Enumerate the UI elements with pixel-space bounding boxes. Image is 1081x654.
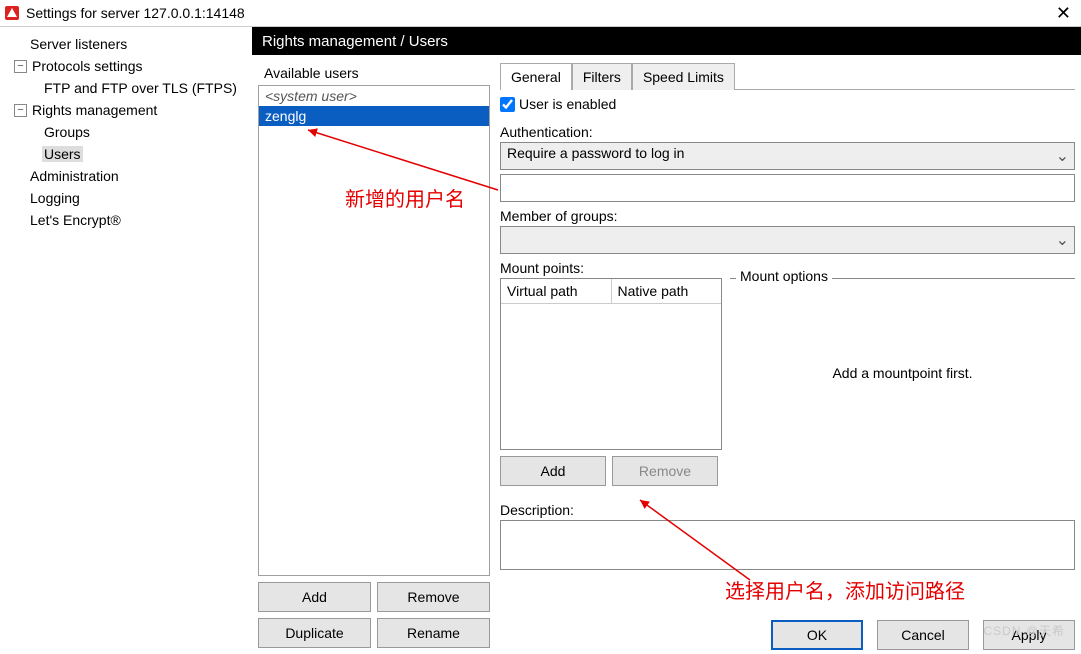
user-list[interactable]: <system user> zenglg [258,85,490,576]
nav-groups[interactable]: Groups [4,121,252,143]
close-icon[interactable]: ✕ [1050,3,1077,24]
remove-mount-button[interactable]: Remove [612,456,718,486]
authentication-label: Authentication: [500,124,1075,140]
description-textarea[interactable] [500,520,1075,570]
ok-button[interactable]: OK [771,620,863,650]
duplicate-user-button[interactable]: Duplicate [258,618,371,648]
nav-users[interactable]: Users [4,143,252,165]
nav-administration[interactable]: Administration [4,165,252,187]
app-icon [4,5,20,21]
mount-options-panel: Mount options Add a mountpoint first. [730,278,1075,450]
description-label: Description: [500,502,1075,518]
nav-protocols-settings[interactable]: −Protocols settings [4,55,252,77]
user-enabled-checkbox[interactable] [500,97,515,112]
cancel-button[interactable]: Cancel [877,620,969,650]
window-title: Settings for server 127.0.0.1:14148 [26,4,1050,22]
breadcrumb: Rights management / Users [252,27,1081,55]
mount-options-message: Add a mountpoint first. [730,365,1075,381]
password-input[interactable] [500,174,1075,202]
mount-options-heading: Mount options [736,268,832,284]
collapse-icon[interactable]: − [14,60,27,73]
user-enabled-label: User is enabled [519,96,616,112]
collapse-icon[interactable]: − [14,104,27,117]
watermark: CSDN @天希 [983,622,1065,639]
nav-server-listeners[interactable]: Server listeners [4,33,252,55]
available-users-heading: Available users [258,61,490,85]
nav-rights-management[interactable]: −Rights management [4,99,252,121]
tab-general[interactable]: General [500,63,572,90]
groups-select[interactable] [500,226,1075,254]
user-item-selected[interactable]: zenglg [259,106,489,126]
nav-logging[interactable]: Logging [4,187,252,209]
nav-tree: Server listeners −Protocols settings FTP… [0,27,252,654]
titlebar: Settings for server 127.0.0.1:14148 ✕ [0,0,1081,27]
mount-col-virtual: Virtual path [501,279,612,303]
rename-user-button[interactable]: Rename [377,618,490,648]
tab-speed-limits[interactable]: Speed Limits [632,63,735,90]
nav-lets-encrypt[interactable]: Let's Encrypt® [4,209,252,231]
member-of-groups-label: Member of groups: [500,208,1075,224]
nav-ftp-tls[interactable]: FTP and FTP over TLS (FTPS) [4,77,252,99]
tabs: General Filters Speed Limits [500,61,1075,89]
system-user-item[interactable]: <system user> [259,86,489,106]
mount-col-native: Native path [612,279,722,303]
authentication-select[interactable]: Require a password to log in [500,142,1075,170]
add-mount-button[interactable]: Add [500,456,606,486]
add-user-button[interactable]: Add [258,582,371,612]
mount-points-list[interactable]: Virtual path Native path [500,278,722,450]
tab-filters[interactable]: Filters [572,63,632,90]
remove-user-button[interactable]: Remove [377,582,490,612]
